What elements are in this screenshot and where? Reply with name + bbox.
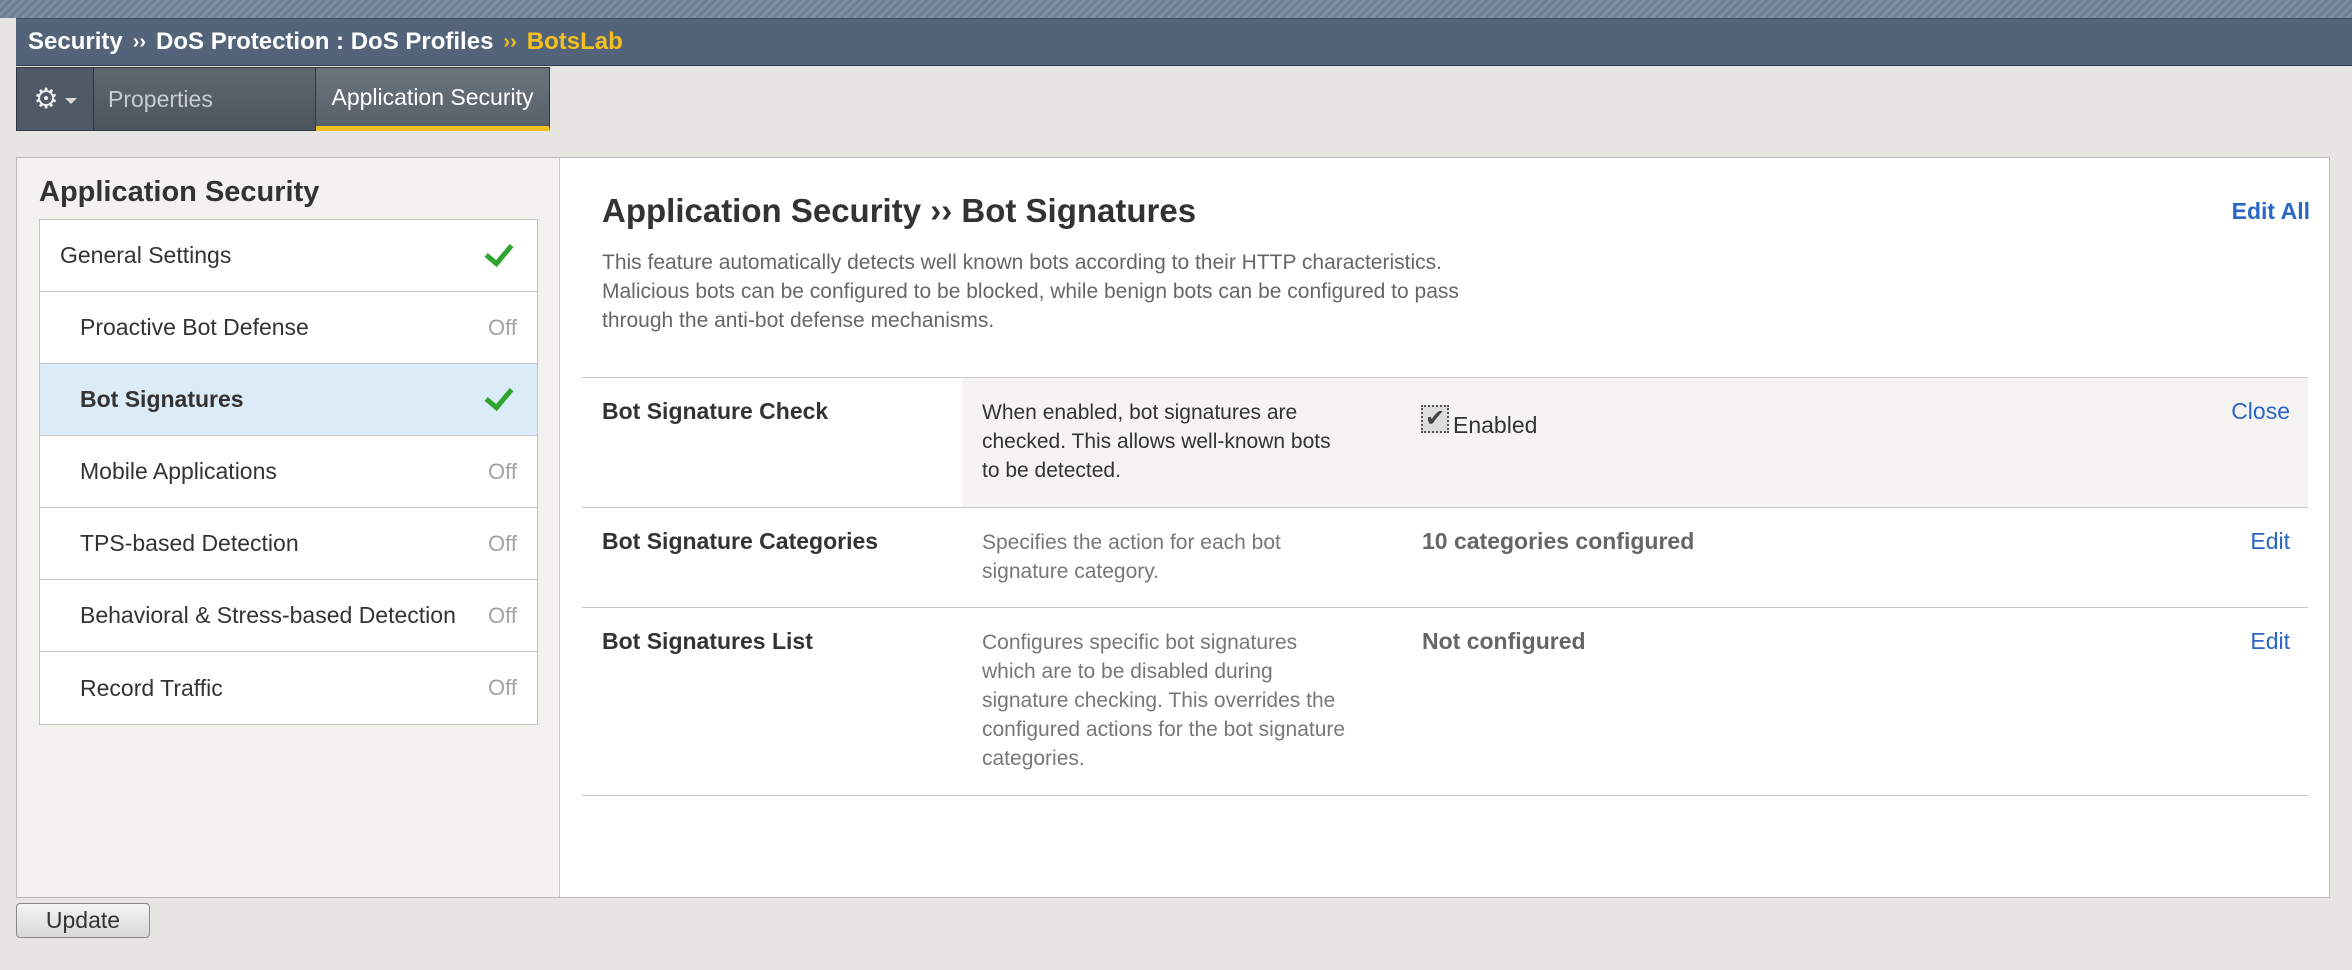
update-button[interactable]: Update	[16, 903, 150, 938]
sidebar: Application Security General Settings Pr…	[17, 158, 560, 897]
gear-menu-button[interactable]: ⚙	[16, 67, 94, 131]
sidebar-nav: General Settings Proactive Bot Defense O…	[39, 219, 538, 725]
sidebar-item-label: Proactive Bot Defense	[80, 314, 309, 340]
edit-categories-link[interactable]: Edit	[2250, 528, 2290, 555]
close-link[interactable]: Close	[2231, 398, 2290, 425]
tab-properties[interactable]: Properties	[94, 67, 316, 131]
description-line: through the anti-bot defense mechanisms.	[602, 309, 995, 332]
breadcrumb-security[interactable]: Security	[28, 28, 123, 56]
sidebar-item-label: TPS-based Detection	[80, 530, 299, 556]
setting-row-bot-signature-categories: Bot Signature Categories Specifies the a…	[582, 508, 2308, 608]
sidebar-item-label: Behavioral & Stress-based Detection	[80, 602, 456, 628]
header-stripe	[0, 0, 2352, 18]
page-title: Application Security ›› Bot Signatures	[602, 192, 1197, 229]
setting-row-bot-signature-check: Bot Signature Check When enabled, bot si…	[582, 378, 2308, 508]
breadcrumb-separator: ››	[503, 30, 517, 53]
breadcrumb-dos-profiles[interactable]: DoS Protection : DoS Profiles	[156, 28, 493, 56]
edit-signatures-list-link[interactable]: Edit	[2250, 628, 2290, 655]
sidebar-item-general-settings[interactable]: General Settings	[40, 220, 537, 292]
enabled-checkbox-group: ✔ Enabled	[1421, 398, 1537, 439]
setting-row-bot-signatures-list: Bot Signatures List Configures specific …	[582, 608, 2308, 796]
settings-table: Bot Signature Check When enabled, bot si…	[582, 377, 2308, 796]
status-off: Off	[488, 314, 517, 340]
sidebar-item-record-traffic[interactable]: Record Traffic Off	[40, 652, 537, 724]
breadcrumb-current: BotsLab	[526, 28, 623, 55]
sidebar-item-label: Bot Signatures	[80, 386, 244, 412]
chevron-down-icon	[64, 98, 77, 104]
sidebar-item-mobile-applications[interactable]: Mobile Applications Off	[40, 436, 537, 508]
setting-label: Bot Signature Check	[602, 398, 829, 424]
sidebar-item-tps-based-detection[interactable]: TPS-based Detection Off	[40, 508, 537, 580]
checkmark-icon	[484, 236, 514, 267]
breadcrumb-separator: ››	[132, 30, 147, 53]
setting-label: Bot Signatures List	[602, 628, 813, 654]
setting-help: When enabled, bot signatures are checked…	[982, 401, 1331, 482]
tab-application-security-label: Application Security	[331, 83, 534, 110]
setting-value: Not configured	[1422, 628, 1586, 654]
setting-help: Specifies the action for each bot signat…	[982, 531, 1281, 583]
sidebar-item-behavioral-detection[interactable]: Behavioral & Stress-based Detection Off	[40, 580, 537, 652]
sidebar-item-proactive-bot-defense[interactable]: Proactive Bot Defense Off	[40, 292, 537, 364]
enabled-checkbox[interactable]: ✔	[1421, 404, 1449, 433]
sidebar-item-label: Record Traffic	[80, 674, 223, 701]
setting-help: Configures specific bot signatures which…	[982, 631, 1346, 770]
tab-properties-label: Properties	[108, 85, 213, 112]
status-off: Off	[488, 602, 517, 628]
content-area: Application Security ›› Bot Signatures E…	[560, 158, 2329, 897]
status-off: Off	[488, 675, 517, 700]
status-off: Off	[488, 530, 517, 556]
status-off: Off	[488, 458, 517, 484]
breadcrumb: Security ›› DoS Protection : DoS Profile…	[16, 18, 2352, 66]
setting-value: 10 categories configured	[1422, 528, 1695, 554]
sidebar-item-label: Mobile Applications	[80, 458, 277, 484]
description-line: This feature automatically detects well …	[602, 251, 1442, 274]
edit-all-link[interactable]: Edit All	[2232, 198, 2310, 225]
enabled-checkbox-label[interactable]: Enabled	[1453, 412, 1537, 439]
checkmark-icon	[484, 380, 514, 411]
main-panel: Application Security General Settings Pr…	[16, 157, 2330, 898]
description-line: Malicious bots can be configured to be b…	[602, 280, 1459, 303]
tab-application-security[interactable]: Application Security	[316, 67, 550, 131]
gear-icon: ⚙	[33, 83, 59, 114]
sidebar-item-label: General Settings	[60, 242, 232, 268]
tab-bar: ⚙ Properties Application Security	[16, 67, 550, 131]
sidebar-item-bot-signatures[interactable]: Bot Signatures	[40, 364, 537, 436]
feature-description: This feature automatically detects well …	[602, 248, 1562, 335]
setting-label: Bot Signature Categories	[602, 528, 879, 554]
sidebar-title: Application Security	[39, 176, 320, 208]
